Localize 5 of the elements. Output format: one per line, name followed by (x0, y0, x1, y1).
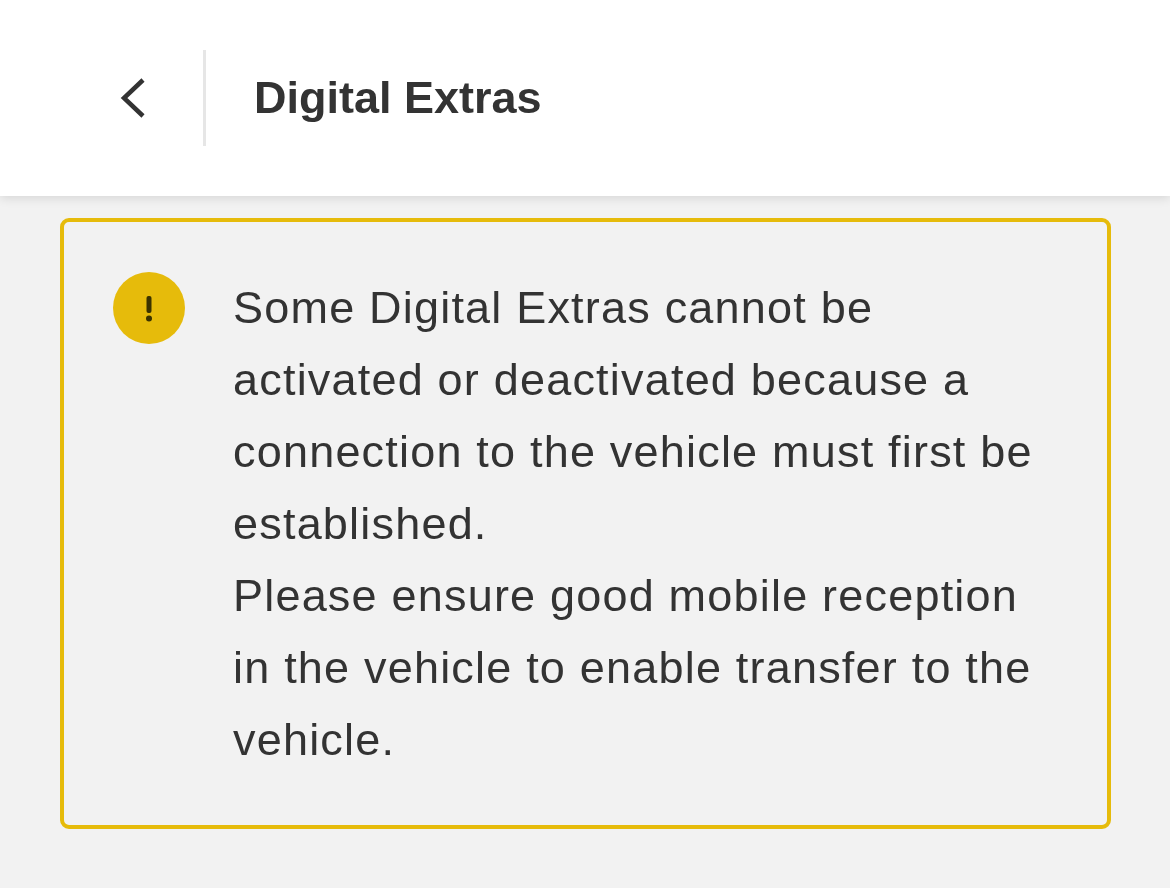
notice-paragraph: Please ensure good mobile reception in the vehicle to enable transfer to the vehicle. (233, 569, 1033, 767)
page-title: Digital Extras (254, 72, 542, 124)
warning-icon (113, 272, 185, 344)
back-icon (119, 77, 147, 119)
notice-paragraph: Some Digital Extras cannot be activated or deactivated because a connection to the vehicle must first be established. (233, 281, 1034, 551)
